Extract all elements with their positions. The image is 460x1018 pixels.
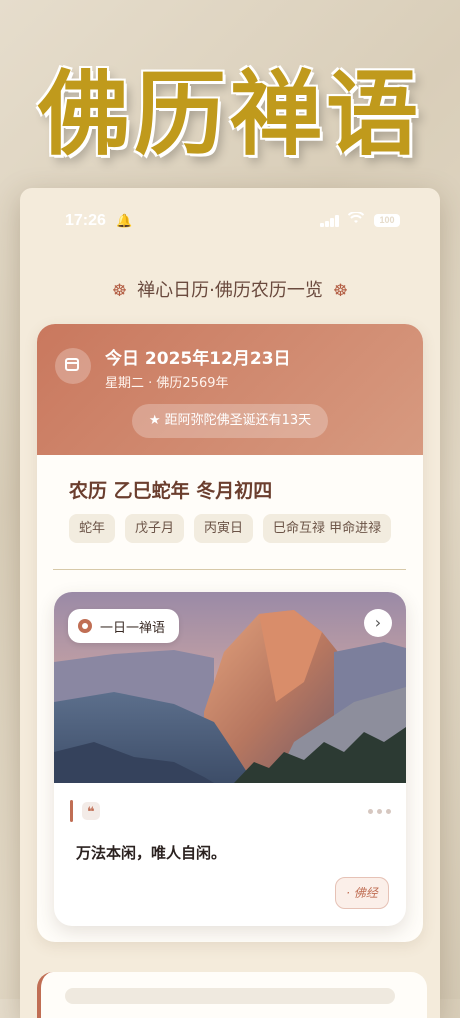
divider [53, 569, 406, 570]
daily-zen-card[interactable]: 一日一禅语 › ❝ 万法本闲，唯人自闲。 · 佛经 [54, 592, 406, 926]
bell-icon: 🔔 [116, 213, 133, 228]
calendar-card: 今日 2025年12月23日 星期二 · 佛历2569年 ★ 距阿弥陀佛圣诞还有… [37, 324, 423, 942]
lotus-icon [78, 619, 92, 633]
quote-accent-bar [70, 800, 73, 822]
app-title-text: 禅心日历·佛历农历一览 [137, 280, 323, 301]
weekday-buddhist-year: 星期二 · 佛历2569年 [105, 376, 229, 391]
dharma-wheel-icon: ☸ [111, 281, 128, 301]
battery-icon: 100 [374, 214, 400, 227]
wifi-icon [347, 211, 365, 229]
chevron-right-icon[interactable]: › [364, 609, 392, 637]
app-title: ☸ 禅心日历·佛历农历一览 ☸ [20, 276, 440, 302]
headline-title: 佛历禅语 [37, 60, 422, 168]
today-header: 今日 2025年12月23日 星期二 · 佛历2569年 ★ 距阿弥陀佛圣诞还有… [37, 324, 423, 455]
daily-zen-badge: 一日一禅语 [68, 609, 180, 643]
phone-screen: 17:26 🔔 100 ☸ 禅心日历·佛历农历一览 ☸ 今日 2025年12月23日… [20, 188, 440, 1018]
tag-month: 戊子月 [125, 514, 185, 543]
next-card [37, 972, 427, 1018]
tag-day: 丙寅日 [194, 514, 254, 543]
dharma-wheel-icon: ☸ [332, 281, 349, 301]
status-time: 17:26 [65, 212, 106, 229]
quote-icon: ❝ [82, 802, 100, 820]
badge-label: 一日一禅语 [100, 620, 166, 636]
signal-icon [320, 215, 340, 227]
ganzhi-tags: 蛇年 戊子月 丙寅日 巳命互禄 甲命进禄 [69, 514, 392, 543]
lunar-date: 农历 乙巳蛇年 冬月初四 [69, 480, 273, 502]
calendar-icon [55, 348, 91, 384]
today-date: 今日 2025年12月23日 [105, 349, 291, 369]
tag-zodiac-year: 蛇年 [69, 514, 116, 543]
more-dots-icon[interactable] [368, 809, 391, 814]
source-tag[interactable]: · 佛经 [335, 877, 389, 909]
tag-fortune: 巳命互禄 甲命进禄 [263, 514, 392, 543]
status-bar: 17:26 🔔 100 [20, 188, 440, 254]
festival-countdown-pill[interactable]: ★ 距阿弥陀佛圣诞还有13天 [132, 404, 328, 438]
zen-quote-text: 万法本闲，唯人自闲。 [76, 844, 227, 862]
